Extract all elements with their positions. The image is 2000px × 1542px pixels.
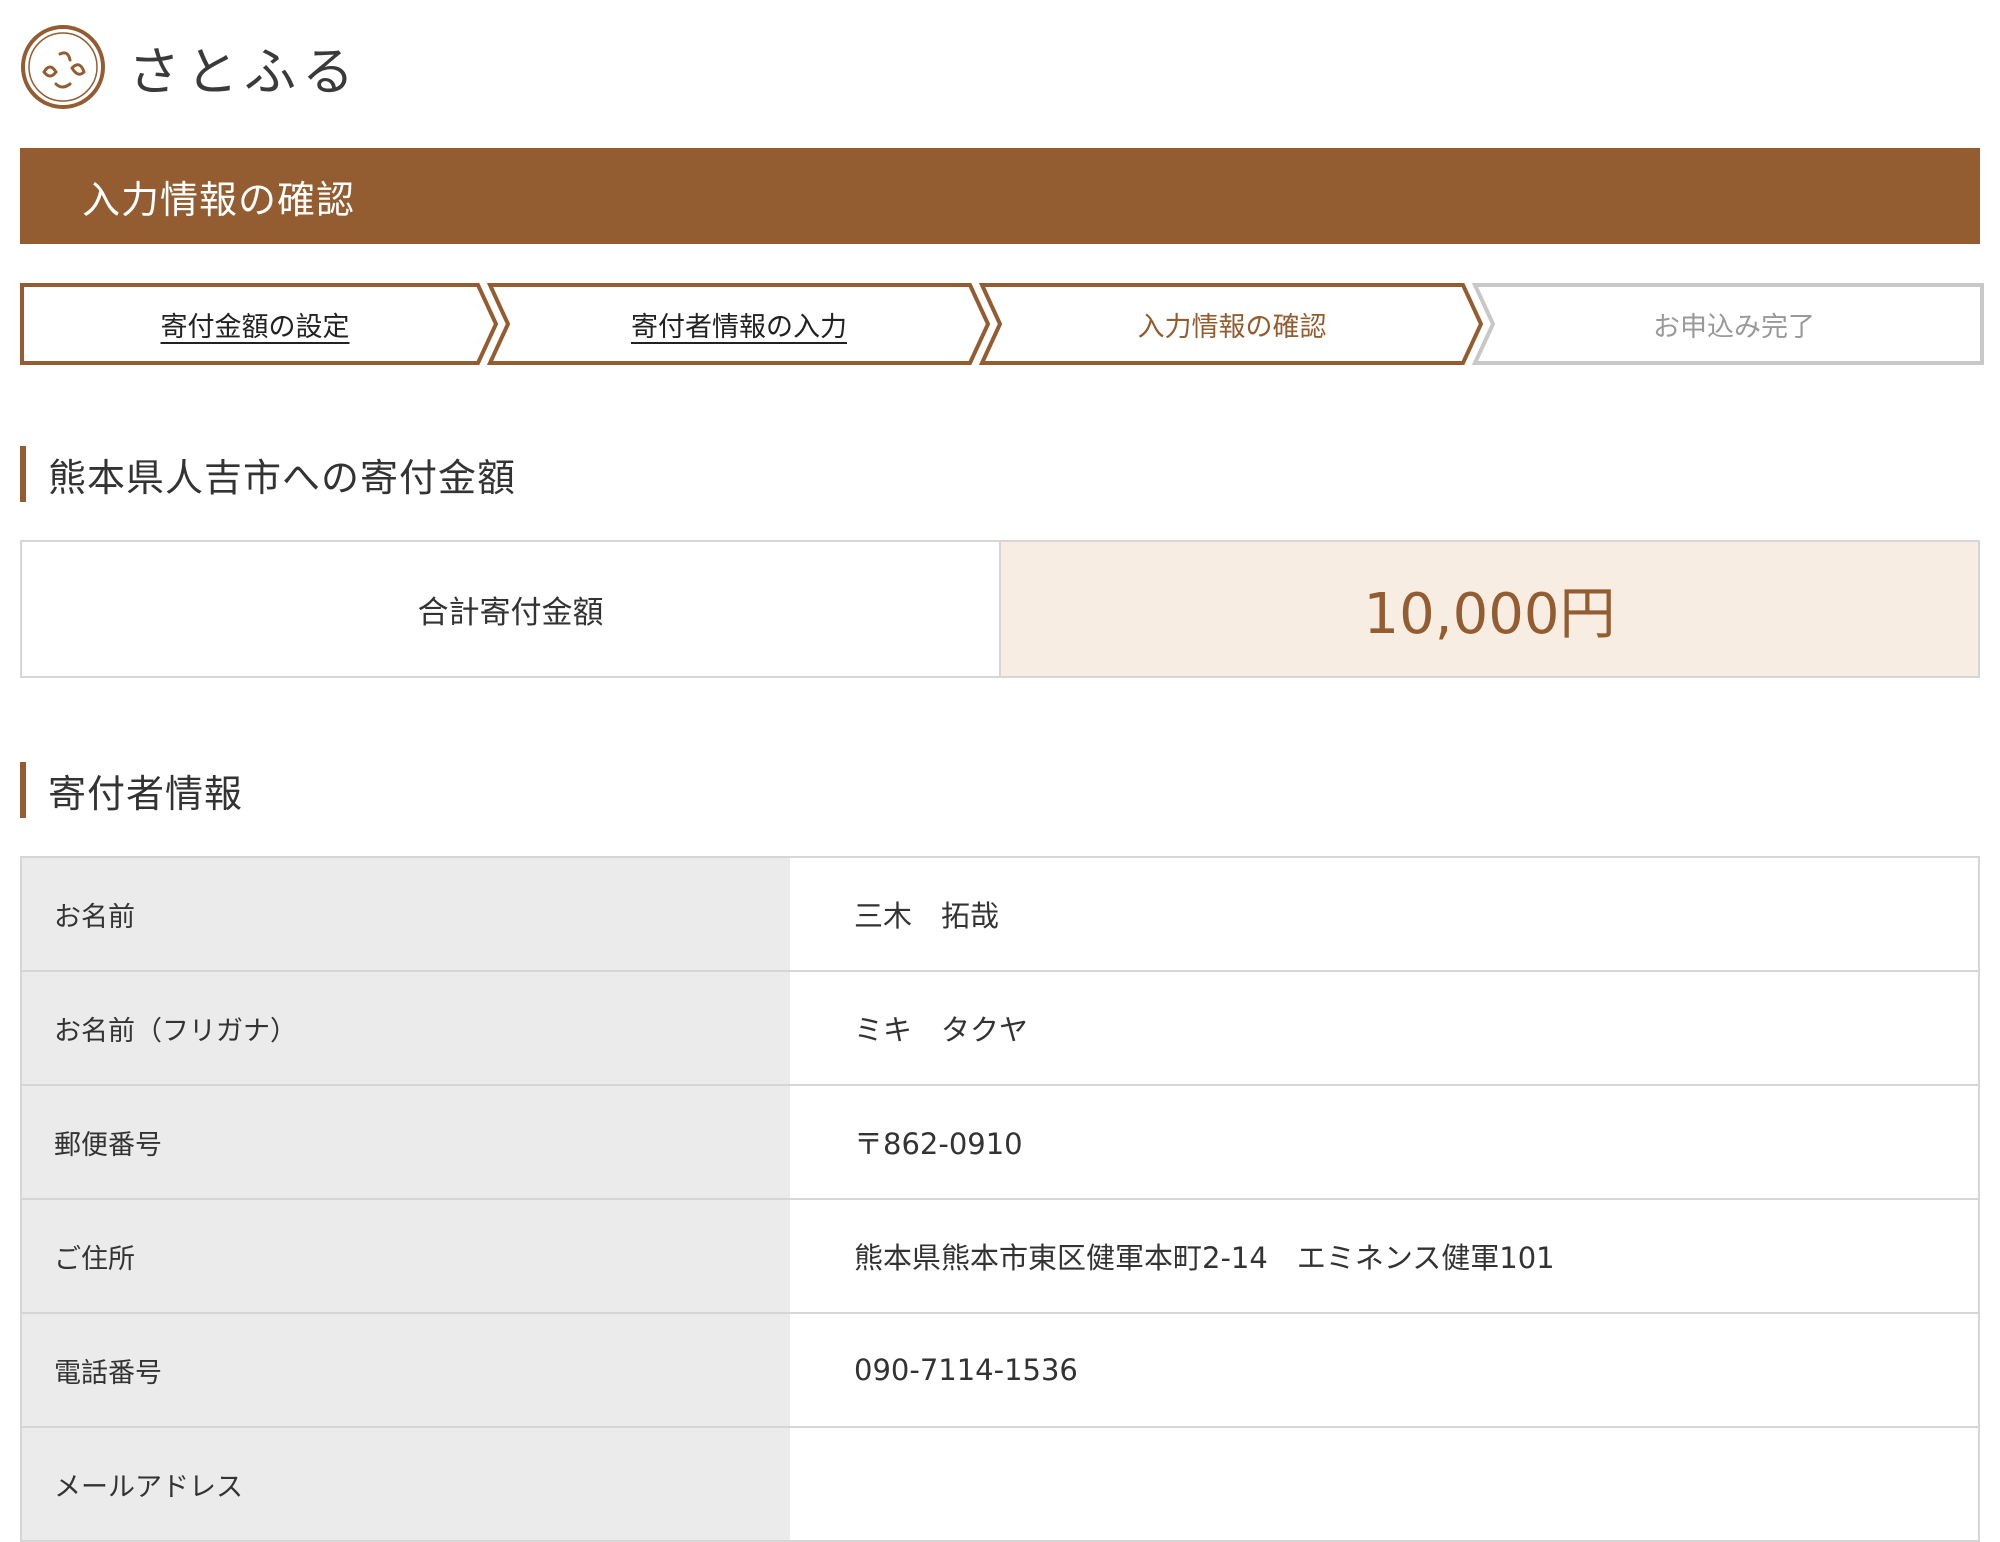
logo-text: さとふる (128, 42, 361, 103)
table-row: メールアドレス (22, 1428, 1978, 1542)
table-row: お名前（フリガナ） ミキ タクヤ (22, 972, 1978, 1086)
email-value (790, 1428, 1978, 1540)
phone-label: 電話番号 (22, 1314, 790, 1426)
step-indicator: 寄付金額の設定 寄付者情報の入力 入力情報の確認 お申込み完了 (20, 282, 1986, 366)
total-donation-value: 10,000円 (1001, 542, 1978, 676)
address-value: 熊本県熊本市東区健軍本町2-14 エミネンス健軍101 (790, 1200, 1978, 1312)
site-header: さとふる (20, 22, 360, 112)
email-label: メールアドレス (22, 1428, 790, 1540)
page-title: 入力情報の確認 (82, 177, 356, 222)
table-row: 郵便番号 〒862-0910 (22, 1086, 1978, 1200)
table-row: お名前 三木 拓哉 (22, 858, 1978, 972)
donation-total-table: 合計寄付金額 10,000円 (20, 540, 1980, 678)
step-confirm-input: 入力情報の確認 (1137, 311, 1327, 343)
total-donation-label: 合計寄付金額 (22, 542, 1001, 676)
page-title-bar: 入力情報の確認 (20, 148, 1980, 244)
table-row: 電話番号 090-7114-1536 (22, 1314, 1978, 1428)
name-label: お名前 (22, 858, 790, 970)
donor-info-heading: 寄付者情報 (20, 762, 243, 818)
step-set-amount[interactable]: 寄付金額の設定 (20, 282, 490, 366)
postal-code-label: 郵便番号 (22, 1086, 790, 1198)
donation-amount-heading: 熊本県人吉市への寄付金額 (20, 446, 516, 502)
donation-amount-heading-text: 熊本県人吉市への寄付金額 (48, 455, 517, 500)
address-label: ご住所 (22, 1200, 790, 1312)
table-row: ご住所 熊本県熊本市東区健軍本町2-14 エミネンス健軍101 (22, 1200, 1978, 1314)
step-enter-donor-info[interactable]: 寄付者情報の入力 (500, 282, 978, 366)
name-kana-value: ミキ タクヤ (790, 972, 1978, 1084)
step-complete: お申込み完了 (1653, 311, 1815, 343)
postal-code-value: 〒862-0910 (790, 1086, 1978, 1198)
donor-info-table: お名前 三木 拓哉 お名前（フリガナ） ミキ タクヤ 郵便番号 〒862-091… (20, 856, 1980, 1542)
donor-info-heading-text: 寄付者情報 (48, 771, 244, 816)
name-kana-label: お名前（フリガナ） (22, 972, 790, 1084)
phone-value: 090-7114-1536 (790, 1314, 1978, 1426)
name-value: 三木 拓哉 (790, 858, 1978, 970)
satofull-logo-icon[interactable] (20, 24, 106, 110)
